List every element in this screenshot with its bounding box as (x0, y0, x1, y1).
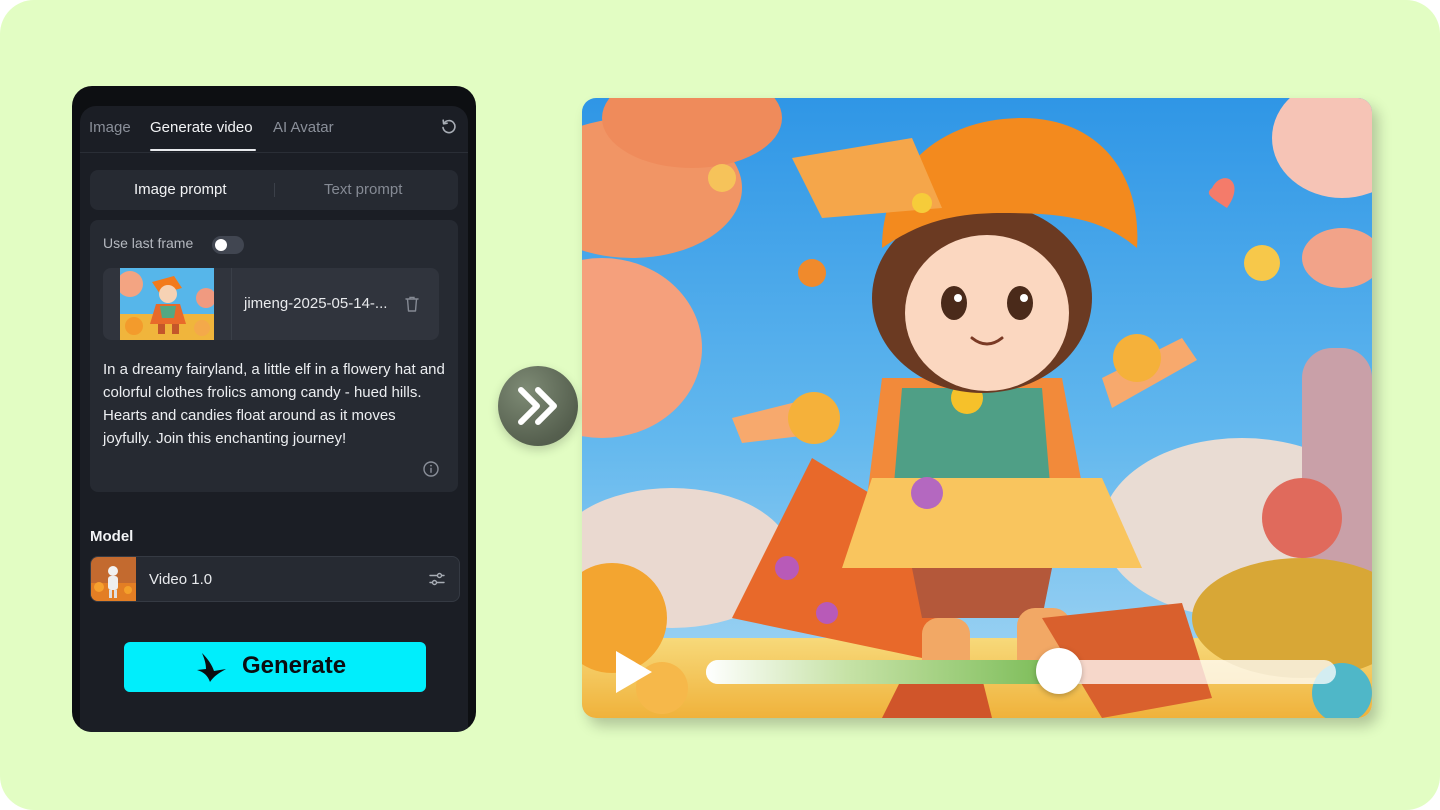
image-prompt-option[interactable]: Image prompt (134, 181, 227, 198)
uploaded-image-thumbnail-frame (103, 268, 232, 340)
model-select[interactable]: Video 1.0 (90, 556, 460, 602)
uploaded-image-chip[interactable]: jimeng-2025-05-14-... (103, 268, 439, 340)
segment-divider (274, 183, 275, 197)
video-preview[interactable] (582, 98, 1372, 718)
uploaded-image-filename: jimeng-2025-05-14-... (244, 295, 388, 312)
active-tab-indicator (150, 149, 256, 151)
uploaded-image-thumbnail (120, 268, 214, 340)
sliders-icon[interactable] (428, 570, 446, 588)
video-progress-fill (706, 660, 1059, 684)
prompt-mode-switch: Image prompt Text prompt (90, 170, 458, 210)
double-chevron-right-icon (518, 387, 557, 425)
model-heading: Model (90, 528, 134, 545)
panel-content: Image Generate video AI Avatar Image pro… (80, 106, 468, 732)
mode-tabs: Image Generate video AI Avatar (80, 106, 468, 153)
model-thumbnail (91, 557, 136, 601)
trash-icon[interactable] (404, 295, 420, 313)
prompt-card: Use last frame jimeng-2025-05-14-... In … (90, 220, 458, 492)
info-icon[interactable] (422, 460, 440, 478)
forward-button[interactable] (498, 366, 578, 446)
page-background: Image Generate video AI Avatar Image pro… (0, 0, 1440, 810)
tab-ai-avatar[interactable]: AI Avatar (273, 119, 334, 136)
video-progress-handle[interactable] (1035, 648, 1082, 694)
generate-button-label: Generate (242, 652, 347, 679)
generation-panel: Image Generate video AI Avatar Image pro… (72, 86, 476, 732)
play-icon[interactable] (612, 648, 656, 696)
tab-generate-video[interactable]: Generate video (150, 119, 253, 136)
generated-video-frame (582, 98, 1372, 718)
model-name: Video 1.0 (149, 571, 213, 588)
use-last-frame-toggle[interactable] (212, 236, 244, 254)
toggle-knob (215, 239, 227, 251)
generate-logo-icon (197, 653, 226, 682)
prompt-textarea[interactable]: In a dreamy fairyland, a little elf in a… (103, 358, 448, 450)
generate-button[interactable]: Generate (124, 642, 426, 692)
tab-image[interactable]: Image (89, 119, 131, 136)
use-last-frame-label: Use last frame (103, 235, 194, 251)
text-prompt-option[interactable]: Text prompt (324, 181, 402, 198)
video-progress-bar[interactable] (706, 648, 1336, 694)
refresh-icon[interactable] (440, 118, 458, 136)
